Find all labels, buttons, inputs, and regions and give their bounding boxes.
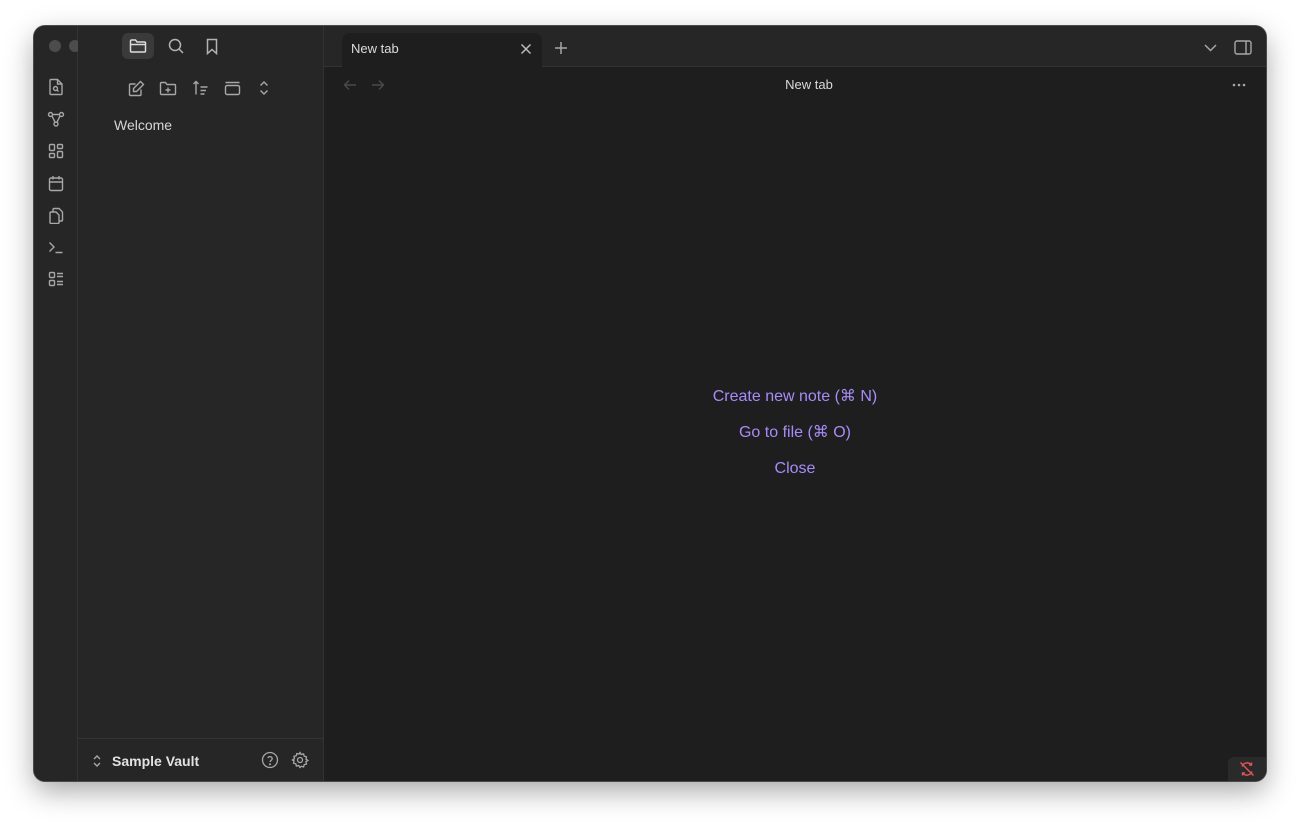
- file-explorer-sidebar: Welcome Sample Vault: [78, 26, 354, 781]
- canvas-icon[interactable]: [46, 141, 66, 161]
- sort-icon[interactable]: [188, 76, 212, 100]
- vault-name: Sample Vault: [112, 753, 200, 769]
- help-icon[interactable]: [260, 750, 280, 770]
- close-window-button[interactable]: [49, 40, 61, 52]
- new-folder-icon[interactable]: [156, 76, 180, 100]
- graph-view-icon[interactable]: [46, 109, 66, 129]
- vault-bar: Sample Vault: [78, 738, 323, 781]
- view-title: New tab: [785, 77, 833, 92]
- close-link[interactable]: Close: [775, 458, 816, 480]
- vault-switcher[interactable]: Sample Vault: [92, 751, 242, 771]
- new-note-icon[interactable]: [124, 76, 148, 100]
- empty-state-actions: Create new note (⌘ N) Go to file (⌘ O) C…: [324, 386, 1266, 494]
- bookmarks-icon[interactable]: [196, 33, 228, 59]
- tab-new-tab[interactable]: New tab: [342, 33, 542, 67]
- settings-gear-icon[interactable]: [290, 750, 310, 770]
- create-new-note-link[interactable]: Create new note (⌘ N): [713, 386, 878, 408]
- file-item-label: Welcome: [114, 117, 173, 133]
- daily-note-icon[interactable]: [46, 173, 66, 193]
- file-explorer-toolbar: [124, 76, 276, 100]
- view-header: New tab: [324, 67, 1266, 103]
- sync-error-icon[interactable]: [1228, 757, 1266, 781]
- go-to-file-link[interactable]: Go to file (⌘ O): [739, 422, 851, 444]
- ribbon: [34, 26, 101, 781]
- chevron-up-down-icon: [93, 755, 101, 767]
- tab-title: New tab: [351, 41, 399, 56]
- outline-icon[interactable]: [46, 269, 66, 289]
- search-icon[interactable]: [160, 33, 192, 59]
- close-tab-icon[interactable]: [518, 41, 534, 57]
- templates-icon[interactable]: [46, 205, 66, 225]
- app-window: Welcome Sample Vault New tab New tab Cre…: [34, 26, 1266, 781]
- toggle-right-sidebar-icon[interactable]: [1232, 37, 1254, 57]
- file-item-welcome[interactable]: Welcome: [114, 115, 309, 135]
- quick-switcher-icon[interactable]: [46, 77, 66, 97]
- tab-list-chevron-down-icon[interactable]: [1200, 38, 1220, 58]
- tab-bar: New tab: [324, 26, 1266, 67]
- expand-collapse-icon[interactable]: [252, 76, 276, 100]
- files-icon[interactable]: [122, 33, 154, 59]
- command-palette-icon[interactable]: [46, 237, 66, 257]
- new-tab-plus-icon[interactable]: [551, 38, 571, 58]
- main-workspace: New tab New tab Create new note (⌘ N) Go…: [324, 26, 1266, 781]
- more-options-icon[interactable]: [1228, 77, 1250, 93]
- collapse-icon[interactable]: [220, 76, 244, 100]
